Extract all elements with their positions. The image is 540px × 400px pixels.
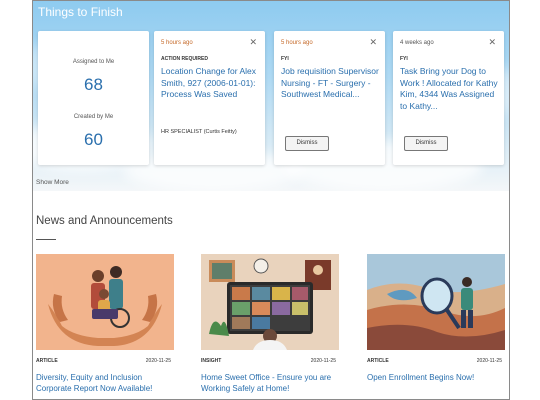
article-type: INSIGHT	[201, 358, 222, 364]
article-date: 2020-11-25	[476, 358, 502, 364]
dismiss-button[interactable]: Dismiss	[404, 136, 448, 151]
task-tag: ACTION REQUIRED	[161, 56, 208, 62]
title-underline	[36, 239, 56, 240]
dismiss-button[interactable]: Dismiss	[285, 136, 329, 151]
task-tag: FYI	[281, 56, 289, 62]
close-icon[interactable]: ✕	[488, 37, 496, 48]
home-office-illustration[interactable]	[201, 254, 339, 350]
created-by-me-label: Created by Me	[73, 114, 114, 120]
task-card[interactable]: 4 weeks ago ✕ FYI Task Bring your Dog to…	[393, 31, 504, 165]
task-time: 4 weeks ago	[400, 40, 434, 46]
things-to-finish-section: Things to Finish Assigned to Me 68 Creat…	[33, 1, 509, 191]
task-time: 5 hours ago	[161, 40, 193, 46]
task-tag: FYI	[400, 56, 408, 62]
show-more-link[interactable]: Show More	[36, 179, 69, 186]
summary-card: Assigned to Me 68 Created by Me 60	[38, 31, 149, 165]
assigned-to-me-label: Assigned to Me	[72, 59, 115, 65]
task-card[interactable]: 5 hours ago ✕ FYI Job requisition Superv…	[274, 31, 385, 165]
task-link[interactable]: Job requisition Supervisor Nursing - FT …	[281, 66, 381, 101]
article-title-link[interactable]: Home Sweet Office - Ensure you are Worki…	[201, 372, 339, 394]
article-title-link[interactable]: Open Enrollment Begins Now!	[367, 372, 505, 383]
article-date: 2020-11-25	[145, 358, 171, 364]
task-time: 5 hours ago	[281, 40, 313, 46]
task-assignee: HR SPECIALIST (Curtis Feitty)	[161, 129, 237, 135]
article-type: ARTICLE	[367, 358, 389, 364]
article-type: ARTICLE	[36, 358, 58, 364]
diversity-illustration[interactable]	[36, 254, 174, 350]
home-page: Things to Finish Assigned to Me 68 Creat…	[32, 0, 510, 400]
article-title-link[interactable]: Diversity, Equity and Inclusion Corporat…	[36, 372, 174, 394]
article-date: 2020-11-25	[310, 358, 336, 364]
assigned-to-me-count[interactable]: 68	[38, 75, 149, 95]
close-icon[interactable]: ✕	[369, 37, 377, 48]
section-title: Things to Finish	[38, 5, 123, 19]
created-by-me-count[interactable]: 60	[38, 130, 149, 150]
news-section-title: News and Announcements	[36, 215, 173, 227]
task-link[interactable]: Location Change for Alex Smith, 927 (200…	[161, 66, 261, 101]
task-link[interactable]: Task Bring your Dog to Work ! Allocated …	[400, 66, 500, 112]
task-card[interactable]: 5 hours ago ✕ ACTION REQUIRED Location C…	[154, 31, 265, 165]
close-icon[interactable]: ✕	[249, 37, 257, 48]
open-enrollment-illustration[interactable]	[367, 254, 505, 350]
